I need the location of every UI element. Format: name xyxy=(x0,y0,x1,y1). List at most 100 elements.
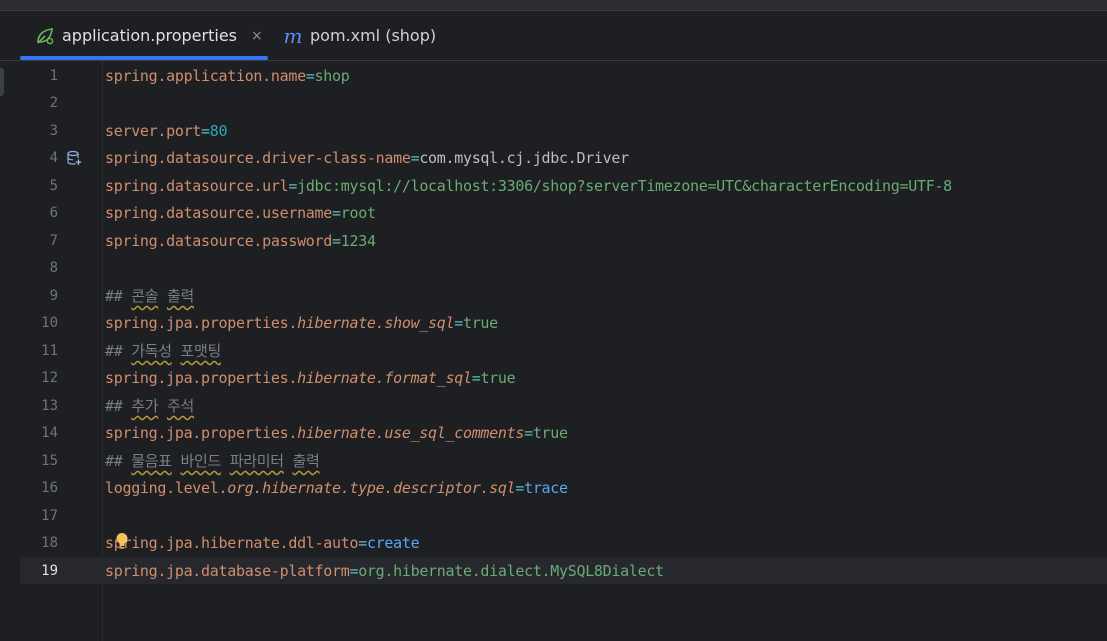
code-line[interactable]: 18 spring.jpa.hibernate.ddl-auto=create xyxy=(0,530,1107,557)
property-key: spring.jpa.properties. xyxy=(105,369,298,387)
line-number: 4 xyxy=(49,150,58,166)
property-key-italic: hibernate.use_sql_comments xyxy=(297,424,525,442)
comment-word: 바인드 xyxy=(180,452,221,470)
equals-sign: = xyxy=(288,177,298,195)
line-number: 19 xyxy=(41,563,58,579)
property-key: spring.jpa.hibernate.ddl-auto xyxy=(105,534,359,552)
property-value: true xyxy=(480,369,516,387)
line-number: 1 xyxy=(49,68,58,84)
code-text: spring.jpa.properties.hibernate.use_sql_… xyxy=(105,420,568,447)
property-key: spring.datasource.driver-class-name xyxy=(105,149,411,167)
equals-sign: = xyxy=(305,67,315,85)
code-line[interactable]: 11 ## 가독성 포맷팅 xyxy=(0,338,1107,365)
line-number: 8 xyxy=(49,260,58,276)
comment-word: 콘솔 xyxy=(131,287,159,305)
property-key: spring.jpa.properties. xyxy=(105,314,298,332)
comment-word: 물음표 xyxy=(131,452,172,470)
line-number: 11 xyxy=(41,343,58,359)
comment-hash: ## xyxy=(105,342,123,360)
code-text: logging.level.org.hibernate.type.descrip… xyxy=(105,475,568,502)
tab-application-properties[interactable]: application.properties × xyxy=(20,11,268,60)
property-value: shop xyxy=(314,67,350,85)
database-icon[interactable] xyxy=(66,150,82,166)
equals-sign: = xyxy=(201,122,210,140)
property-key: spring.application.name xyxy=(105,67,306,85)
code-text: spring.jpa.properties.hibernate.format_s… xyxy=(105,365,516,392)
lightbulb-icon[interactable] xyxy=(115,532,129,552)
code-line[interactable]: 6 spring.datasource.username=root xyxy=(0,200,1107,227)
comment-word: 파라미터 xyxy=(229,452,284,470)
code-line[interactable]: 16 logging.level.org.hibernate.type.desc… xyxy=(0,475,1107,502)
code-text: ## 물음표 바인드 파라미터 출력 xyxy=(105,448,320,475)
code-text: spring.application.name=shop xyxy=(105,63,350,90)
property-value: jdbc:mysql://localhost:3306/shop?serverT… xyxy=(297,177,952,195)
line-number: 15 xyxy=(41,453,58,469)
property-key: spring.datasource.password xyxy=(105,232,333,250)
comment-word: 포맷팅 xyxy=(180,342,221,360)
property-key: spring.jpa.database-platform xyxy=(105,562,350,580)
code-line[interactable]: 1 spring.application.name=shop xyxy=(0,63,1107,90)
equals-sign: = xyxy=(454,314,463,332)
code-text: server.port=80 xyxy=(105,118,228,145)
maven-m-icon: m xyxy=(283,23,303,48)
line-number: 10 xyxy=(41,315,58,331)
property-key-italic: org.hibernate.type.descriptor.sql xyxy=(227,479,516,497)
property-key: logging.level. xyxy=(105,479,228,497)
line-number: 14 xyxy=(41,425,58,441)
active-tab-indicator xyxy=(20,56,268,60)
code-line[interactable]: 13 ## 추가 주석 xyxy=(0,393,1107,420)
code-line[interactable]: 15 ## 물음표 바인드 파라미터 출력 xyxy=(0,448,1107,475)
code-text: ## 가독성 포맷팅 xyxy=(105,338,221,365)
comment-word: 출력 xyxy=(166,287,194,305)
code-line[interactable]: 10 spring.jpa.properties.hibernate.show_… xyxy=(0,310,1107,337)
line-number: 12 xyxy=(41,370,58,386)
code-line[interactable]: 5 spring.datasource.url=jdbc:mysql://loc… xyxy=(0,173,1107,200)
property-value: 1234 xyxy=(340,232,376,250)
property-value: trace xyxy=(524,479,568,497)
code-text: spring.datasource.url=jdbc:mysql://local… xyxy=(105,173,952,200)
window-top-strip xyxy=(0,0,1107,11)
property-key-italic: hibernate.show_sql xyxy=(297,314,455,332)
property-key: server.port xyxy=(105,122,202,140)
comment-hash: ## xyxy=(105,397,123,415)
line-number: 16 xyxy=(41,480,58,496)
comment-word: 출력 xyxy=(292,452,320,470)
line-number: 5 xyxy=(49,178,58,194)
property-key: spring.datasource.username xyxy=(105,204,333,222)
code-text: spring.datasource.password=1234 xyxy=(105,228,376,255)
property-value: true xyxy=(462,314,498,332)
comment-word: 추가 xyxy=(131,397,159,415)
comment-hash: ## xyxy=(105,452,123,470)
code-line[interactable]: 7 spring.datasource.password=1234 xyxy=(0,228,1107,255)
tab-pom-xml[interactable]: m pom.xml (shop) xyxy=(280,11,450,60)
code-editor[interactable]: 1 spring.application.name=shop 2 3 serve… xyxy=(0,61,1107,641)
code-line[interactable]: 8 xyxy=(0,255,1107,282)
line-number: 7 xyxy=(49,233,58,249)
code-line[interactable]: 3 server.port=80 xyxy=(0,118,1107,145)
property-key: spring.jpa.properties. xyxy=(105,424,298,442)
code-text: ## 콘솔 출력 xyxy=(105,283,194,310)
code-line[interactable]: 9 ## 콘솔 출력 xyxy=(0,283,1107,310)
property-value: true xyxy=(532,424,568,442)
comment-word: 주석 xyxy=(166,397,194,415)
comment-word: 가독성 xyxy=(131,342,172,360)
line-number: 3 xyxy=(49,123,58,139)
code-line[interactable]: 4 spring.datasource.driver-class-name=co… xyxy=(0,145,1107,172)
property-value: org.hibernate.dialect.MySQL8Dialect xyxy=(358,562,664,580)
tab-close-icon[interactable]: × xyxy=(251,28,263,44)
line-number: 18 xyxy=(41,535,58,551)
property-key-italic: hibernate.format_sql xyxy=(297,369,472,387)
property-key: spring.datasource.url xyxy=(105,177,289,195)
code-line[interactable]: 12 spring.jpa.properties.hibernate.forma… xyxy=(0,365,1107,392)
code-line[interactable]: 2 xyxy=(0,90,1107,117)
equals-sign: = xyxy=(349,562,359,580)
property-value: root xyxy=(340,204,376,222)
code-line[interactable]: 14 spring.jpa.properties.hibernate.use_s… xyxy=(0,420,1107,447)
code-text: spring.datasource.driver-class-name=com.… xyxy=(105,145,629,172)
code-text: spring.jpa.hibernate.ddl-auto=create xyxy=(105,530,420,557)
equals-sign: = xyxy=(332,232,341,250)
spring-leaf-icon xyxy=(34,25,56,47)
property-value: com.mysql.cj.jdbc.Driver xyxy=(419,149,629,167)
code-line[interactable]: 17 xyxy=(0,503,1107,530)
code-line-current[interactable]: 19 spring.jpa.database-platform=org.hibe… xyxy=(0,558,1107,585)
